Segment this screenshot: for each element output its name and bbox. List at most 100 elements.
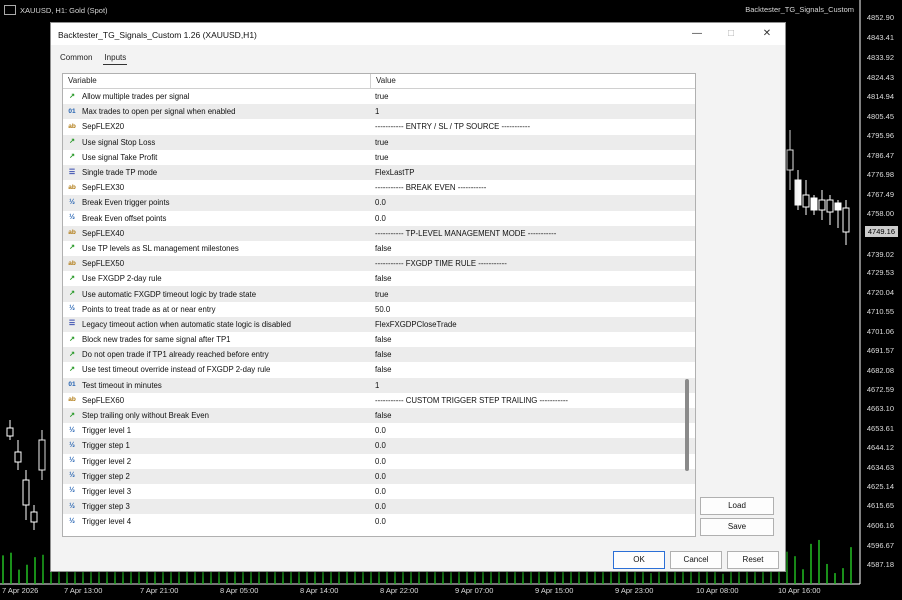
grid-row[interactable]: ½ Trigger level 3 0.0 [63, 484, 695, 499]
dbl-type-icon: ½ [69, 487, 75, 495]
grid-row[interactable]: ab SepFLEX30 ----------- BREAK EVEN ------… [63, 180, 695, 195]
grid-row[interactable]: ↗ Block new trades for same signal after … [63, 332, 695, 347]
price-tick-label: 4691.57 [866, 346, 894, 355]
variable-cell: ↗ Use signal Stop Loss [63, 137, 370, 147]
price-tick-label: 4644.12 [866, 443, 894, 452]
grid-row[interactable]: ↗ Use signal Take Profit true [63, 150, 695, 165]
reset-button[interactable]: Reset [727, 551, 779, 569]
value-cell[interactable]: false [370, 274, 391, 283]
grid-row[interactable]: ☰ Legacy timeout action when automatic st… [63, 316, 695, 332]
value-cell[interactable]: true [370, 92, 388, 101]
variable-cell: ½ Points to treat trade as at or near ent… [63, 304, 370, 314]
grid-row[interactable]: ½ Trigger level 4 0.0 [63, 514, 695, 529]
variable-cell: ab SepFLEX50 [63, 259, 370, 269]
value-cell[interactable]: 0.0 [370, 426, 386, 435]
price-tick-label: 4653.61 [866, 424, 894, 433]
dialog-tabs: Common Inputs [59, 52, 128, 65]
close-button[interactable]: ✕ [757, 27, 777, 41]
dialog-titlebar[interactable]: Backtester_TG_Signals_Custom 1.26 (XAUUS… [51, 23, 785, 45]
candle-body [802, 194, 810, 208]
maximize-button[interactable]: □ [721, 27, 741, 41]
grid-row[interactable]: ↗ Use signal Stop Loss true [63, 134, 695, 150]
load-button[interactable]: Load [700, 497, 774, 515]
cancel-button[interactable]: Cancel [670, 551, 722, 569]
value-cell[interactable]: ----------- FXGDP TIME RULE ----------- [370, 259, 507, 268]
tab-common[interactable]: Common [59, 52, 93, 65]
value-cell[interactable]: FlexLastTP [370, 168, 414, 177]
candle-body [22, 479, 30, 506]
value-cell[interactable]: false [370, 244, 391, 253]
value-cell[interactable]: 0.0 [370, 198, 386, 207]
grid-row[interactable]: ½ Trigger step 2 0.0 [63, 468, 695, 484]
grid-row[interactable]: ½ Trigger step 3 0.0 [63, 499, 695, 515]
grid-row[interactable]: 01 Test timeout in minutes 1 [63, 377, 695, 393]
value-cell[interactable]: FlexFXGDPCloseTrade [370, 320, 457, 329]
str-type-icon: ab [68, 122, 76, 130]
candle-body [842, 207, 850, 233]
variable-name: Do not open trade if TP1 already reached… [82, 350, 269, 360]
variable-cell: ↗ Allow multiple trades per signal [63, 92, 370, 102]
value-cell[interactable]: false [370, 365, 391, 374]
variable-name: Allow multiple trades per signal [82, 92, 190, 102]
grid-row[interactable]: ab SepFLEX40 ----------- TP-LEVEL MANAGEME… [63, 225, 695, 241]
grid-row[interactable]: ↗ Allow multiple trades per signal true [63, 89, 695, 104]
grid-row[interactable]: ½ Break Even trigger points 0.0 [63, 195, 695, 211]
variable-cell: ½ Trigger step 1 [63, 441, 370, 451]
value-cell[interactable]: 1 [370, 107, 379, 116]
enum-type-icon: ☰ [68, 320, 76, 328]
variable-cell: ↗ Do not open trade if TP1 already reache… [63, 350, 370, 360]
price-tick-label: 4606.16 [866, 521, 894, 530]
variable-cell: 01 Test timeout in minutes [63, 380, 370, 390]
value-cell[interactable]: 0.0 [370, 214, 386, 223]
variable-name: Trigger step 1 [82, 441, 130, 451]
minimize-button[interactable]: — [687, 27, 707, 41]
value-cell[interactable]: 0.0 [370, 441, 386, 450]
ok-button[interactable]: OK [613, 551, 665, 569]
value-cell[interactable]: 0.0 [370, 457, 386, 466]
value-cell[interactable]: true [370, 153, 388, 162]
value-cell[interactable]: false [370, 335, 391, 344]
grid-row[interactable]: ↗ Use automatic FXGDP timeout logic by tr… [63, 286, 695, 302]
grid-scrollbar[interactable] [685, 379, 689, 471]
value-cell[interactable]: ----------- ENTRY / SL / TP SOURCE -----… [370, 122, 530, 131]
save-button[interactable]: Save [700, 518, 774, 536]
grid-row[interactable]: ↗ Use FXGDP 2-day rule false [63, 271, 695, 286]
variable-name: Block new trades for same signal after T… [82, 335, 231, 345]
grid-row[interactable]: 01 Max trades to open per signal when ena… [63, 104, 695, 120]
tab-inputs[interactable]: Inputs [103, 52, 128, 65]
grid-row[interactable]: ½ Trigger level 1 0.0 [63, 423, 695, 438]
grid-row[interactable]: ½ Break Even offset points 0.0 [63, 211, 695, 226]
value-cell[interactable]: 0.0 [370, 517, 386, 526]
value-cell[interactable]: ----------- BREAK EVEN ----------- [370, 183, 486, 192]
column-header-value[interactable]: Value [371, 74, 396, 88]
grid-row[interactable]: ½ Trigger level 2 0.0 [63, 454, 695, 469]
grid-row[interactable]: ☰ Single trade TP mode FlexLastTP [63, 164, 695, 181]
grid-row[interactable]: ↗ Step trailing only without Break Even fa… [63, 407, 695, 424]
value-cell[interactable]: 0.0 [370, 487, 386, 496]
variable-name: Break Even trigger points [82, 198, 170, 208]
grid-row[interactable]: ↗ Use TP levels as SL management mileston… [63, 241, 695, 256]
value-cell[interactable]: 0.0 [370, 472, 386, 481]
variable-name: Trigger level 2 [82, 456, 132, 466]
variable-cell: ½ Trigger level 3 [63, 486, 370, 496]
value-cell[interactable]: 50.0 [370, 305, 390, 314]
grid-row[interactable]: ½ Trigger step 1 0.0 [63, 438, 695, 454]
grid-row[interactable]: ½ Points to treat trade as at or near ent… [63, 302, 695, 317]
value-cell[interactable]: 1 [370, 381, 379, 390]
column-header-variable[interactable]: Variable [63, 74, 371, 88]
value-cell[interactable]: ----------- TP-LEVEL MANAGEMENT MODE ---… [370, 229, 556, 238]
grid-row[interactable]: ab SepFLEX20 ----------- ENTRY / SL / TP S… [63, 119, 695, 134]
value-cell[interactable]: true [370, 138, 388, 147]
value-cell[interactable]: ----------- CUSTOM TRIGGER STEP TRAILING… [370, 396, 568, 405]
value-cell[interactable]: false [370, 411, 391, 420]
grid-row[interactable]: ↗ Use test timeout override instead of FX… [63, 362, 695, 377]
variable-name: Use test timeout override instead of FXG… [82, 365, 271, 375]
value-cell[interactable]: true [370, 290, 388, 299]
variable-name: Trigger level 3 [82, 486, 132, 496]
value-cell[interactable]: false [370, 350, 391, 359]
price-tick-label: 4786.47 [866, 151, 894, 160]
value-cell[interactable]: 0.0 [370, 502, 386, 511]
grid-row[interactable]: ab SepFLEX50 ----------- FXGDP TIME RULE -… [63, 256, 695, 272]
grid-row[interactable]: ab SepFLEX60 ----------- CUSTOM TRIGGER ST… [63, 393, 695, 408]
grid-row[interactable]: ↗ Do not open trade if TP1 already reache… [63, 347, 695, 363]
